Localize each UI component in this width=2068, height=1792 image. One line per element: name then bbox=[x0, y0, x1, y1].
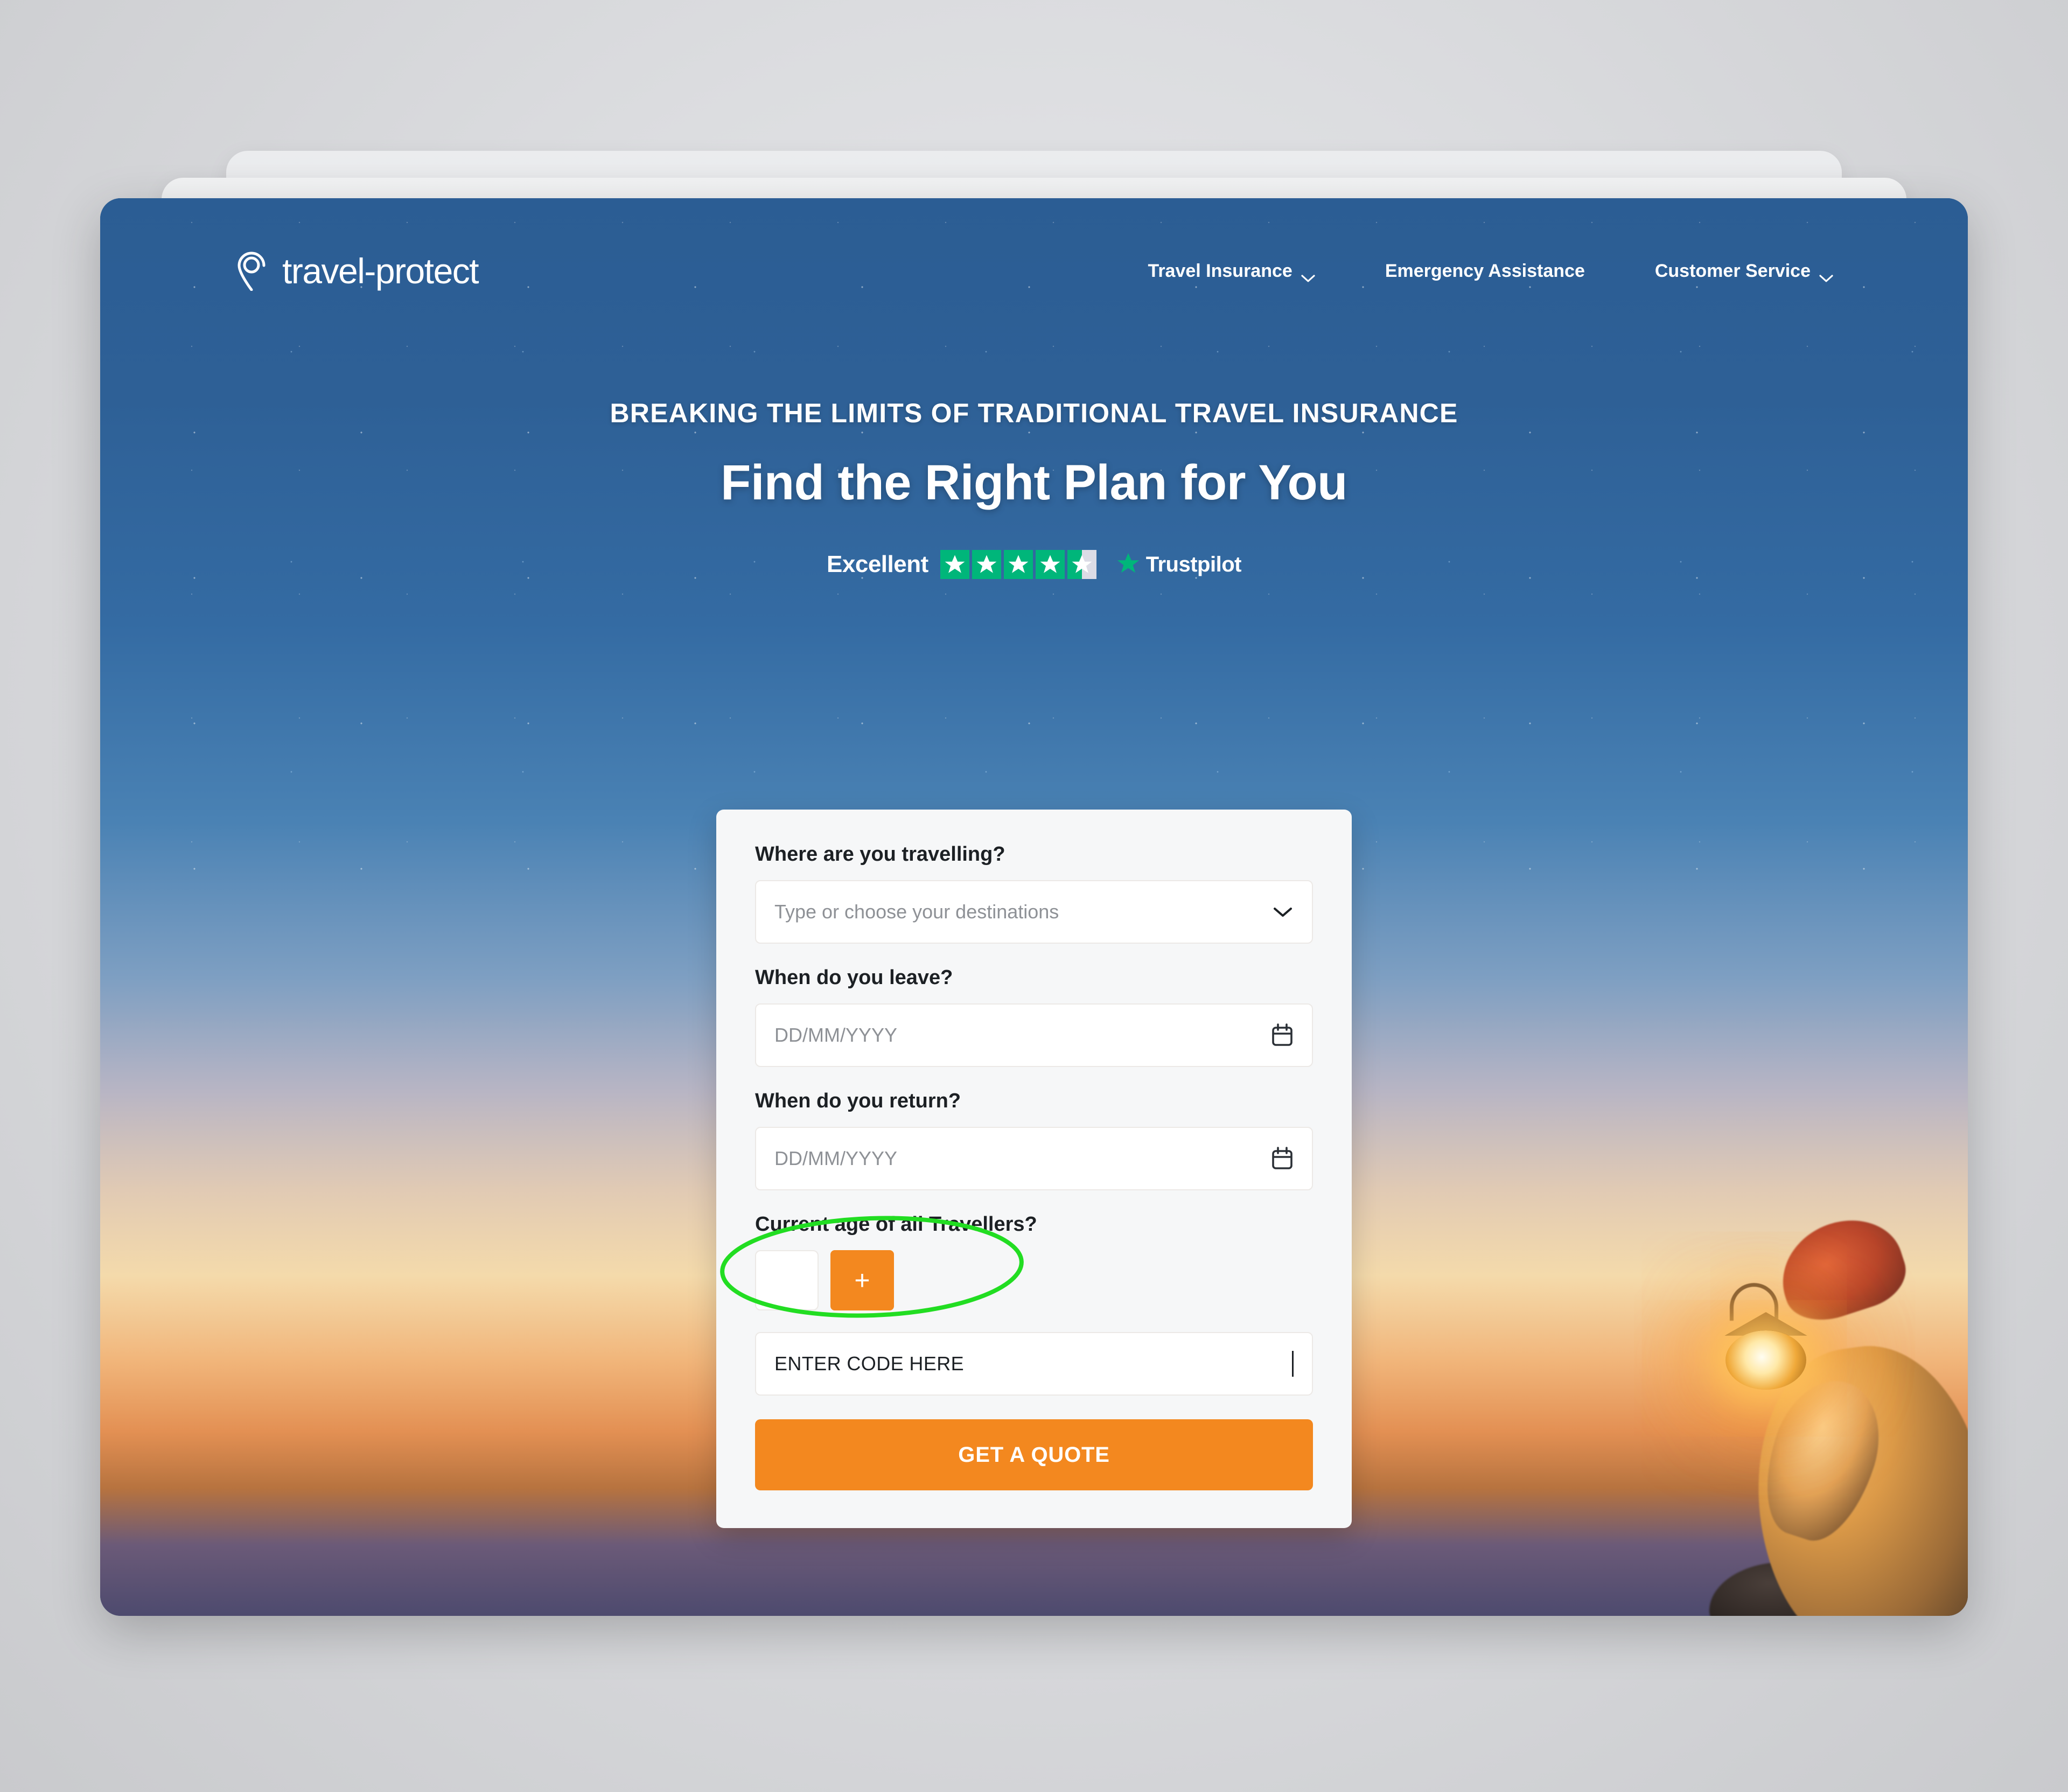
person-hood bbox=[1768, 1205, 1915, 1331]
return-date-placeholder: DD/MM/YYYY bbox=[774, 1147, 898, 1169]
travellers-row: + bbox=[755, 1250, 1313, 1310]
star-filled-icon bbox=[940, 550, 969, 579]
nav-label: Emergency Assistance bbox=[1385, 260, 1585, 281]
depart-date-label: When do you leave? bbox=[755, 966, 953, 989]
nav-label: Customer Service bbox=[1654, 260, 1811, 281]
quote-form-card: Where are you travelling? Type or choose… bbox=[716, 810, 1352, 1528]
code-input[interactable]: ENTER CODE HERE bbox=[755, 1332, 1313, 1396]
nav-item-travel-insurance[interactable]: Travel Insurance bbox=[1148, 261, 1315, 282]
location-pin-icon bbox=[235, 251, 268, 291]
calendar-icon[interactable] bbox=[1271, 1023, 1294, 1048]
traveller-age-input[interactable] bbox=[755, 1250, 819, 1310]
trustpilot-rating-word: Excellent bbox=[827, 551, 928, 577]
get-a-quote-button[interactable]: GET A QUOTE bbox=[755, 1419, 1313, 1490]
hero-section: BREAKING THE LIMITS OF TRADITIONAL TRAVE… bbox=[100, 398, 1968, 579]
main-navigation: Travel Insurance Emergency Assistance Cu… bbox=[1148, 261, 1833, 282]
nav-item-emergency-assistance[interactable]: Emergency Assistance bbox=[1385, 261, 1585, 282]
nav-label: Travel Insurance bbox=[1148, 260, 1292, 281]
calendar-icon[interactable] bbox=[1271, 1146, 1294, 1171]
trustpilot-brand: Trustpilot bbox=[1116, 551, 1241, 578]
text-caret bbox=[1292, 1351, 1294, 1377]
star-half-icon bbox=[1067, 550, 1096, 579]
add-traveller-button[interactable]: + bbox=[830, 1250, 894, 1310]
nav-item-customer-service[interactable]: Customer Service bbox=[1655, 261, 1833, 282]
trustpilot-wordmark: Trustpilot bbox=[1145, 552, 1242, 576]
brand-name: travel-protect bbox=[282, 251, 479, 291]
return-date-input[interactable]: DD/MM/YYYY bbox=[755, 1127, 1313, 1190]
star-filled-icon bbox=[972, 550, 1001, 579]
lantern-photo-subject bbox=[1634, 1174, 1968, 1616]
chevron-down-icon[interactable] bbox=[1272, 905, 1294, 918]
destination-label: Where are you travelling? bbox=[755, 843, 1005, 866]
code-input-value: ENTER CODE HERE bbox=[774, 1352, 965, 1375]
destination-input[interactable]: Type or choose your destinations bbox=[755, 880, 1313, 944]
hero-eyebrow: BREAKING THE LIMITS OF TRADITIONAL TRAVE… bbox=[610, 398, 1458, 428]
chevron-down-icon bbox=[1819, 267, 1833, 282]
depart-date-input[interactable]: DD/MM/YYYY bbox=[755, 1003, 1313, 1067]
trustpilot-stars bbox=[940, 550, 1096, 579]
star-filled-icon bbox=[1003, 550, 1033, 579]
travellers-label: Current age of all Travellers? bbox=[755, 1213, 1037, 1236]
star-filled-icon bbox=[1035, 550, 1065, 579]
browser-window: travel-protect Travel Insurance Emergenc… bbox=[100, 198, 1968, 1616]
trustpilot-rating-widget[interactable]: Excellent Trustpilot bbox=[100, 550, 1968, 579]
depart-date-placeholder: DD/MM/YYYY bbox=[774, 1024, 898, 1046]
chevron-down-icon bbox=[1301, 267, 1315, 282]
trustpilot-star-icon bbox=[1116, 551, 1141, 578]
destination-placeholder: Type or choose your destinations bbox=[774, 901, 1059, 923]
site-header: travel-protect Travel Insurance Emergenc… bbox=[100, 198, 1968, 344]
page-title: Find the Right Plan for You bbox=[721, 455, 1347, 510]
brand-logo[interactable]: travel-protect bbox=[235, 250, 479, 291]
lantern-glow bbox=[1725, 1330, 1806, 1390]
return-date-label: When do you return? bbox=[755, 1090, 961, 1112]
